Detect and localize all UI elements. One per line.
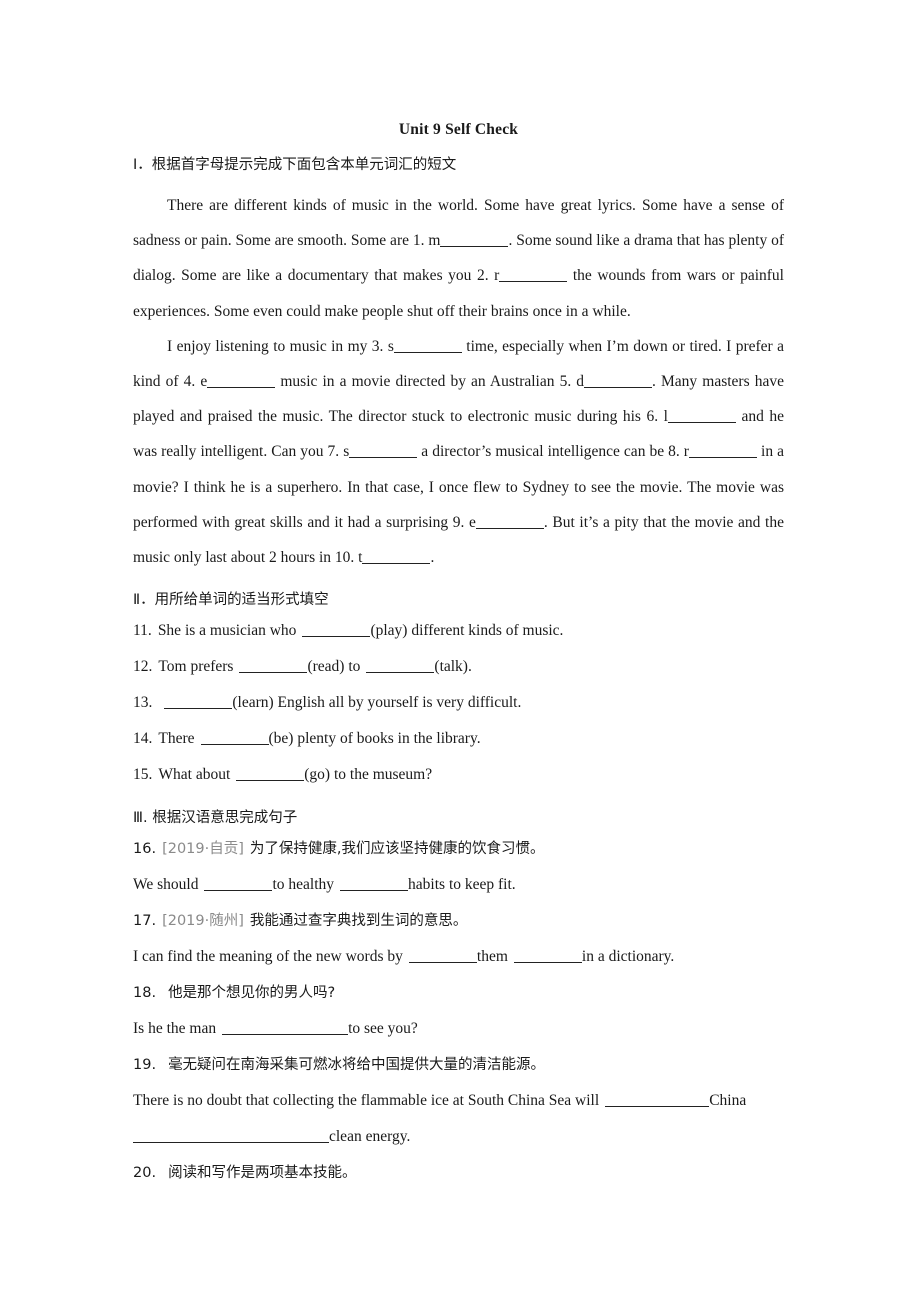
- passage-2-text-part-9: .: [430, 549, 435, 567]
- question-item-17-prompt: 17. [2019·随州] 我能通过查字典找到生词的意思。: [133, 903, 784, 939]
- section-heading-three: Ⅲ. 根据汉语意思完成句子: [133, 810, 298, 827]
- question-item-18-prompt: 18. 他是那个想见你的男人吗?: [133, 975, 784, 1011]
- question-19-answer-after: clean energy.: [329, 1128, 411, 1146]
- blank-19a[interactable]: [605, 1093, 710, 1108]
- question-14-number: 14.: [133, 730, 153, 748]
- question-item-12: 12. Tom prefers (read) to (talk).: [133, 649, 784, 685]
- question-19-answer-before: There is no doubt that collecting the fl…: [133, 1092, 600, 1110]
- question-18-answer-before: Is he the man: [133, 1020, 217, 1038]
- question-17-source-tag: [2019·随州]: [162, 913, 244, 930]
- section-heading-two: Ⅱ．用所给单词的适当形式填空: [133, 592, 329, 609]
- question-item-16-answer: We should to healthy habits to keep fit.: [133, 867, 784, 903]
- blank-3[interactable]: [393, 339, 462, 353]
- question-16-answer-mid: to healthy: [272, 876, 335, 894]
- blank-2[interactable]: [499, 268, 568, 283]
- question-15-text-before: What about: [158, 766, 231, 784]
- question-11-number: 11.: [133, 622, 152, 640]
- question-item-11: 11. She is a musician who (play) different…: [133, 613, 784, 649]
- question-12-text-after: (talk).: [434, 658, 472, 676]
- question-16-answer-after: habits to keep fit.: [408, 876, 516, 894]
- question-item-16-prompt: 16. [2019·自贡] 为了保持健康,我们应该坚持健康的饮食习惯。: [133, 831, 784, 867]
- question-item-15: 15. What about (go) to the museum?: [133, 757, 784, 793]
- document-page: Unit 9 Self Check Ⅰ．根据首字母提示完成下面包含本单元词汇的短…: [0, 0, 920, 1302]
- blank-17b[interactable]: [513, 949, 582, 964]
- question-12-number: 12.: [133, 658, 153, 676]
- question-14-text-before: There: [158, 730, 195, 748]
- blank-9[interactable]: [475, 515, 544, 529]
- question-item-19-prompt: 19. 毫无疑问在南海采集可燃冰将给中国提供大量的清洁能源。: [133, 1047, 784, 1083]
- question-15-text-after: (go) to the museum?: [304, 766, 433, 784]
- blank-13[interactable]: [164, 695, 233, 710]
- blank-16b[interactable]: [340, 877, 409, 892]
- question-16-chinese: 为了保持健康,我们应该坚持健康的饮食习惯。: [249, 841, 545, 858]
- blank-5[interactable]: [584, 374, 653, 389]
- blank-1[interactable]: [440, 233, 509, 248]
- question-18-number: 18.: [133, 985, 157, 1002]
- question-19-number: 19.: [133, 1057, 157, 1074]
- question-16-answer-before: We should: [133, 876, 199, 894]
- question-11-text-after: (play) different kinds of music.: [370, 622, 564, 640]
- question-20-number: 20.: [133, 1165, 157, 1182]
- question-16-number: 16.: [133, 841, 157, 858]
- blank-12b[interactable]: [366, 659, 435, 674]
- passage-paragraph-2: I enjoy listening to music in my 3. s ti…: [133, 329, 784, 575]
- question-16-source-tag: [2019·自贡]: [162, 841, 244, 858]
- document-content: Unit 9 Self Check Ⅰ．根据首字母提示完成下面包含本单元词汇的短…: [133, 0, 784, 1191]
- question-17-number: 17.: [133, 913, 157, 930]
- blank-19b[interactable]: [133, 1129, 329, 1144]
- passage-2-text-part-6: a director’s musical intelligence can be…: [417, 443, 689, 461]
- blank-8[interactable]: [688, 444, 757, 459]
- blank-14[interactable]: [200, 731, 269, 746]
- question-item-17-answer: I can find the meaning of the new words …: [133, 939, 784, 975]
- blank-17a[interactable]: [408, 949, 477, 964]
- blank-12a[interactable]: [239, 659, 308, 674]
- question-15-number: 15.: [133, 766, 153, 784]
- blank-6[interactable]: [667, 409, 736, 424]
- question-item-20-prompt: 20. 阅读和写作是两项基本技能。: [133, 1155, 784, 1191]
- question-14-text-after: (be) plenty of books in the library.: [268, 730, 481, 748]
- question-item-19-answer-line-1: There is no doubt that collecting the fl…: [133, 1083, 784, 1119]
- blank-15[interactable]: [236, 767, 305, 782]
- question-13-text-after: (learn) English all by yourself is very …: [232, 694, 522, 712]
- question-18-answer-after: to see you?: [348, 1020, 418, 1038]
- question-item-18-answer: Is he the man to see you?: [133, 1011, 784, 1047]
- question-item-14: 14. There (be) plenty of books in the libr…: [133, 721, 784, 757]
- blank-18[interactable]: [222, 1021, 349, 1036]
- question-19-answer-mid: China: [709, 1092, 747, 1110]
- blank-11[interactable]: [302, 623, 371, 638]
- question-12-text-mid: (read) to: [307, 658, 361, 676]
- question-item-19-answer-line-2: clean energy.: [133, 1119, 784, 1155]
- blank-4[interactable]: [207, 374, 276, 389]
- question-17-chinese: 我能通过查字典找到生词的意思。: [249, 913, 468, 930]
- question-13-number: 13.: [133, 694, 153, 712]
- question-17-answer-before: I can find the meaning of the new words …: [133, 948, 403, 966]
- question-item-13: 13. (learn) English all by yourself is ve…: [133, 685, 784, 721]
- blank-7[interactable]: [349, 444, 418, 459]
- blank-10[interactable]: [362, 550, 431, 565]
- section-heading-one: Ⅰ．根据首字母提示完成下面包含本单元词汇的短文: [133, 157, 457, 173]
- question-18-chinese: 他是那个想见你的男人吗?: [168, 985, 336, 1002]
- question-17-answer-after: in a dictionary.: [581, 948, 675, 966]
- passage-2-text-part-1: I enjoy listening to music in my 3. s: [167, 337, 394, 355]
- blank-16a[interactable]: [204, 877, 273, 892]
- question-19-chinese: 毫无疑问在南海采集可燃冰将给中国提供大量的清洁能源。: [168, 1057, 546, 1074]
- question-17-answer-mid: them: [476, 948, 508, 966]
- page-title: Unit 9 Self Check: [398, 121, 519, 138]
- passage-2-text-part-3: music in a movie directed by an Australi…: [275, 373, 585, 391]
- passage-paragraph-1: There are different kinds of music in th…: [133, 178, 784, 329]
- question-11-text-before: She is a musician who: [157, 622, 297, 640]
- question-20-chinese: 阅读和写作是两项基本技能。: [168, 1165, 357, 1182]
- question-12-text-before: Tom prefers: [158, 658, 234, 676]
